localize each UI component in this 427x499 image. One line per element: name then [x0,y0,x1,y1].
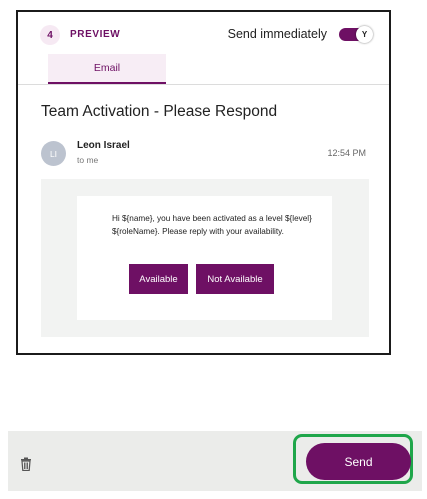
action-bar: Send [8,431,422,491]
sender-name: Leon Israel [77,140,130,151]
available-button[interactable]: Available [129,264,188,294]
toggle-knob: Y [356,26,373,43]
email-subject: Team Activation - Please Respond [41,103,278,120]
avatar: LI [41,141,66,166]
channel-tabs: Email [18,54,389,85]
not-available-button[interactable]: Not Available [196,264,274,294]
send-immediately-label: Send immediately [227,27,327,41]
email-time: 12:54 PM [327,148,366,158]
step-header: 4 PREVIEW Send immediately Y [40,25,373,45]
email-message: Hi ${name}, you have been activated as a… [112,214,312,236]
step-number-badge: 4 [40,25,60,45]
page: 4 PREVIEW Send immediately Y Email Team … [0,0,427,499]
tab-email[interactable]: Email [48,54,166,84]
email-body: Hi ${name}, you have been activated as a… [41,179,369,337]
email-card: Hi ${name}, you have been activated as a… [77,196,332,320]
recipient-label: to me [77,155,99,165]
send-immediately-toggle[interactable]: Y [339,26,373,43]
trash-icon[interactable] [19,457,33,471]
step-title: PREVIEW [70,29,121,40]
preview-panel: 4 PREVIEW Send immediately Y Email Team … [16,10,391,355]
send-button[interactable]: Send [306,443,411,480]
